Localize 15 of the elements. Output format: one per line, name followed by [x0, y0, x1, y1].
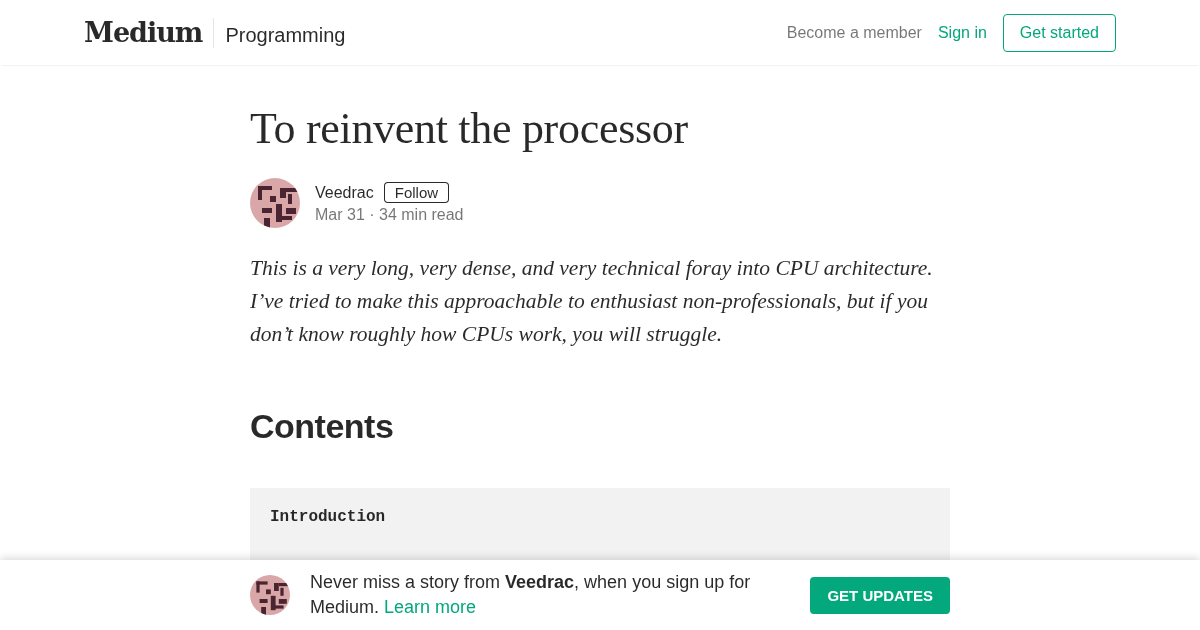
banner-message: Never miss a story from Veedrac, when you sign up for Medium. Learn more — [310, 571, 752, 619]
article-title: To reinvent the processor — [250, 103, 689, 154]
get-started-button[interactable]: Get started — [1002, 13, 1116, 52]
section-heading: Contents — [250, 407, 395, 446]
header-link[interactable]: Sign in — [937, 23, 987, 42]
follow-button[interactable]: Follow — [383, 182, 450, 203]
article-meta: Mar 31 · 34 min read — [315, 206, 464, 224]
code-line: Introduction — [270, 508, 387, 526]
author-name[interactable]: Veedrac — [315, 183, 374, 202]
get-updates-button[interactable]: GET UPDATES — [810, 576, 950, 614]
header-link[interactable]: Become a member — [786, 23, 922, 42]
intro-paragraph: This is a very long, very dense, and very technical foray into CPU architecture. I’ve tried to make this approachable to enthusiast non-professionals, but if you don’t know roughly how CPUs work, you will struggle. — [250, 255, 934, 348]
learn-more-link[interactable]: Learn more — [384, 597, 477, 617]
publication-name[interactable]: Programming — [225, 24, 346, 47]
logo[interactable]: Medium — [84, 17, 215, 48]
